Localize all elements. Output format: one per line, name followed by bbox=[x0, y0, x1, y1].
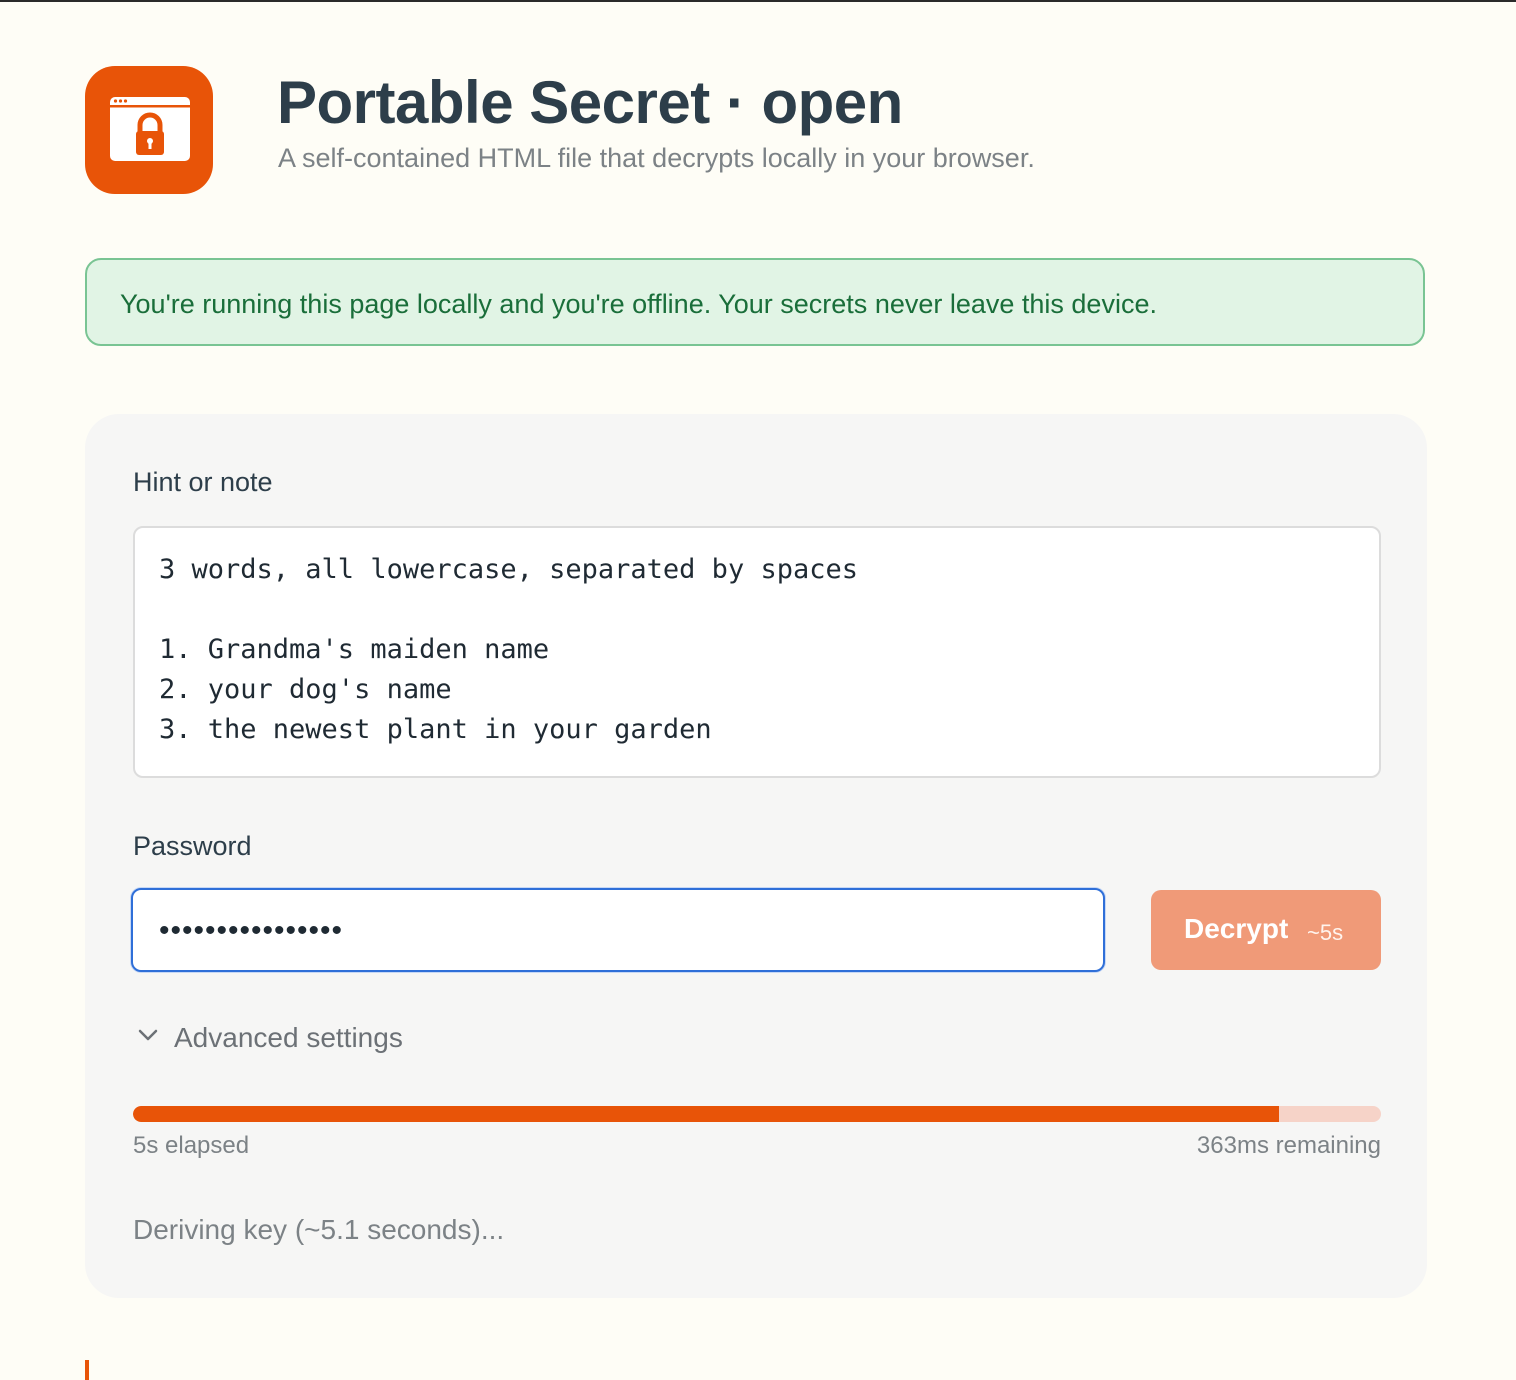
section-heading-accent bbox=[85, 1360, 89, 1380]
progress-bar bbox=[133, 1106, 1381, 1122]
hint-label: Hint or note bbox=[133, 467, 273, 497]
browser-lock-icon bbox=[110, 97, 190, 161]
offline-status-banner: You're running this page locally and you… bbox=[85, 258, 1425, 346]
password-input[interactable]: •••••••••••••••• bbox=[131, 888, 1105, 972]
decrypt-card: Hint or note 3 words, all lowercase, sep… bbox=[85, 414, 1427, 1298]
password-masked-value: •••••••••••••••• bbox=[159, 914, 344, 947]
status-message: Deriving key (~5.1 seconds)... bbox=[133, 1214, 505, 1245]
chevron-down-icon bbox=[138, 1029, 158, 1041]
hint-textbox[interactable]: 3 words, all lowercase, separated by spa… bbox=[133, 526, 1381, 778]
remaining-time: 363ms remaining bbox=[1196, 1132, 1381, 1159]
banner-message: You're running this page locally and you… bbox=[120, 289, 1157, 319]
window-top-border bbox=[0, 0, 1516, 2]
page-subtitle: A self-contained HTML file that decrypts… bbox=[278, 143, 1035, 173]
progress-bar-fill bbox=[133, 1106, 1279, 1122]
page-title: Portable Secret · open bbox=[277, 69, 903, 136]
elapsed-time: 5s elapsed bbox=[133, 1132, 250, 1159]
password-label: Password bbox=[133, 831, 252, 861]
decrypt-button-label: Decrypt bbox=[1184, 913, 1289, 944]
app-logo bbox=[85, 66, 213, 194]
advanced-settings-label: Advanced settings bbox=[174, 1022, 403, 1053]
decrypt-button[interactable]: Decrypt ~5s bbox=[1151, 890, 1381, 970]
hint-text: 3 words, all lowercase, separated by spa… bbox=[159, 554, 858, 745]
decrypt-time-estimate: ~5s bbox=[1307, 920, 1344, 945]
